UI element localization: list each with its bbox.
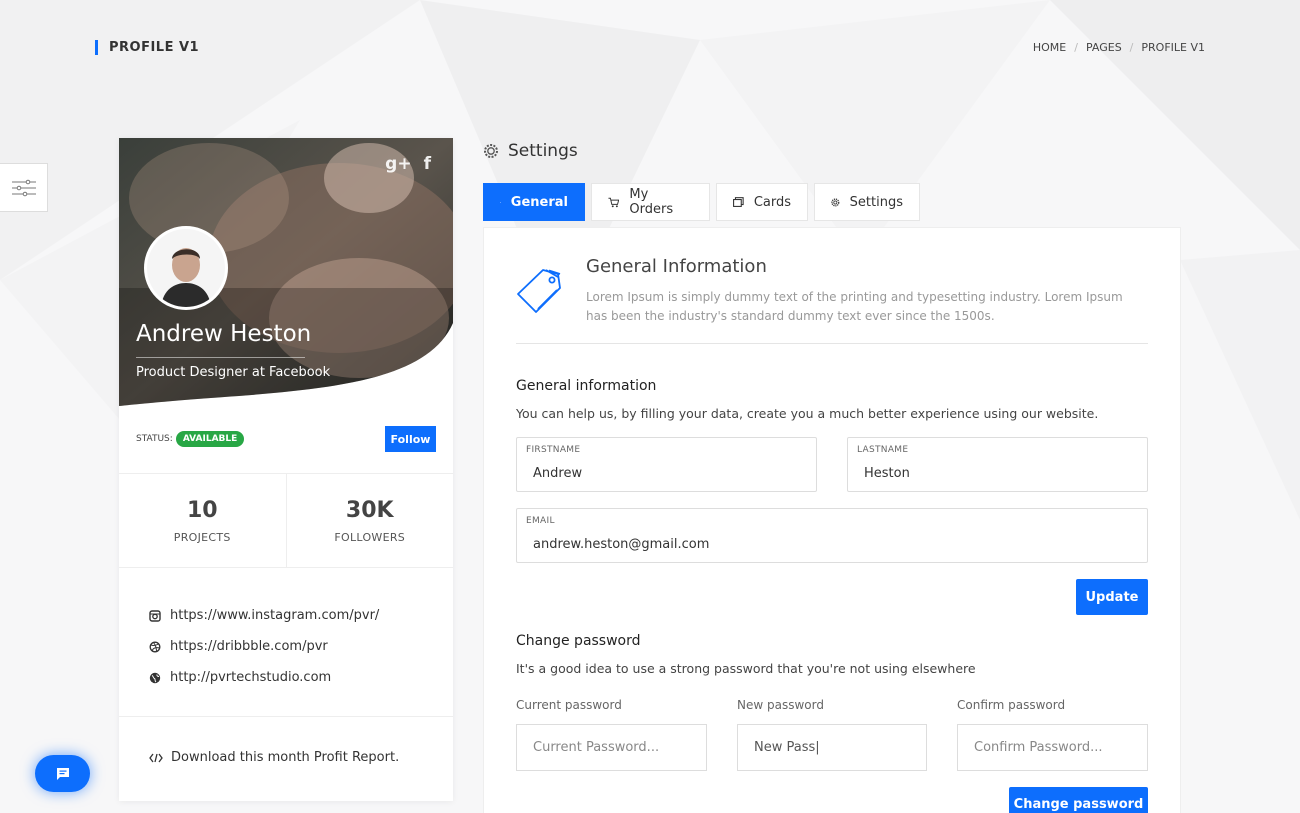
card-icon [733,197,744,207]
sliders-toggle-button[interactable] [0,163,48,212]
google-plus-icon[interactable]: g+ [385,154,411,174]
breadcrumb-separator: / [1074,40,1078,54]
profile-card: g+ f Andrew Heston Product Designer at F… [119,138,453,801]
tab-cards[interactable]: Cards [716,183,808,221]
link-text: https://www.instagram.com/pvr/ [170,608,380,623]
stat-label: PROJECTS [173,531,231,544]
profile-stats: 10 PROJECTS 30K FOLLOWERS [119,473,453,568]
globe-icon [149,672,161,683]
settings-title: Settings [508,141,578,161]
profile-role: Product Designer at Facebook [136,365,331,380]
lastname-label: LASTNAME [857,445,909,455]
current-password-input[interactable] [516,724,707,771]
status-badge: AVAILABLE [175,431,245,447]
change-password-description: It's a good idea to use a strong passwor… [516,661,976,676]
cart-icon [608,197,620,207]
link-text: https://dribbble.com/pvr [170,639,328,654]
link-dribbble[interactable]: https://dribbble.com/pvr [149,631,379,662]
settings-tabs: General My Orders Cards Settings [483,183,920,221]
breadcrumb-pages[interactable]: PAGES [1086,41,1122,54]
current-password-label: Current password [516,698,622,712]
email-value: andrew.heston@gmail.com [533,537,710,552]
link-website[interactable]: http://pvrtechstudio.com [149,662,379,693]
follow-button[interactable]: Follow [385,426,436,452]
tab-general[interactable]: General [483,183,585,221]
profile-name: Andrew Heston [136,321,312,347]
chat-icon [56,767,69,780]
sliders-icon [11,179,36,196]
confirm-password-input[interactable] [957,724,1148,771]
new-password-input[interactable] [737,724,927,771]
breadcrumb-current: PROFILE V1 [1141,40,1205,54]
email-label: EMAIL [526,516,555,526]
facebook-icon[interactable]: f [424,154,431,174]
stat-value: 30K [345,498,394,523]
lastname-value: Heston [864,466,910,481]
card-divider [119,716,453,717]
tab-label: Settings [849,194,903,210]
tab-label: My Orders [629,187,674,217]
profile-links: https://www.instagram.com/pvr/ https://d… [149,600,379,693]
status-label-text: STATUS: [136,434,173,444]
instagram-icon [149,609,161,622]
firstname-label: FIRSTNAME [526,445,581,455]
breadcrumb-separator: / [1129,40,1134,54]
tab-label: Cards [753,194,791,210]
chat-button[interactable] [35,755,90,792]
change-password-title: Change password [516,633,641,649]
profile-cover: g+ f Andrew Heston Product Designer at F… [119,138,453,408]
gear-icon [484,144,498,158]
tab-settings[interactable]: Settings [814,183,920,221]
general-panel: General Information Lorem Ipsum is simpl… [483,227,1181,813]
settings-header: Settings [483,141,578,161]
avatar-portrait [147,229,225,307]
stat-followers: 30K FOLLOWERS [285,474,454,567]
intro-text: Lorem Ipsum is simply dummy text of the … [586,290,1123,323]
stat-label: FOLLOWERS [334,531,406,544]
gear-icon [831,197,840,207]
breadcrumb-home[interactable]: HOME [1033,41,1066,54]
id-card-icon [500,201,501,203]
breadcrumb: HOME / PAGES / PROFILE V1 [1033,41,1205,54]
change-password-button[interactable]: Change password [1009,787,1148,813]
firstname-value: Andrew [533,466,583,481]
stat-value: 10 [186,498,218,523]
page-header: PROFILE V1 HOME / PAGES / PROFILE V1 [95,38,1205,56]
general-intro: General Information Lorem Ipsum is simpl… [516,256,1148,344]
status-label: STATUS: AVAILABLE [136,431,245,447]
download-report-link[interactable]: Download this month Profit Report. [149,750,399,765]
code-icon [149,753,163,762]
page-title: PROFILE V1 [95,39,199,55]
tag-icon [517,269,561,313]
status-row: STATUS: AVAILABLE Follow [136,424,436,454]
download-text: Download this month Profit Report. [171,750,400,765]
name-divider [136,357,305,358]
email-field[interactable]: EMAIL andrew.heston@gmail.com [516,508,1148,563]
avatar [144,226,228,310]
link-instagram[interactable]: https://www.instagram.com/pvr/ [149,600,379,631]
tab-my-orders[interactable]: My Orders [591,183,710,221]
general-info-description: You can help us, by filling your data, c… [516,406,1099,421]
general-info-title: General information [516,378,657,394]
social-links: g+ f [385,154,431,174]
link-text: http://pvrtechstudio.com [170,670,332,685]
lastname-field[interactable]: LASTNAME Heston [847,437,1148,492]
stat-projects: 10 PROJECTS [119,474,286,567]
update-button[interactable]: Update [1076,579,1148,615]
confirm-password-label: Confirm password [957,698,1066,712]
new-password-label: New password [737,698,824,712]
dribbble-icon [149,641,161,652]
tab-label: General [510,194,568,210]
intro-title: General Information [586,256,767,277]
firstname-field[interactable]: FIRSTNAME Andrew [516,437,817,492]
